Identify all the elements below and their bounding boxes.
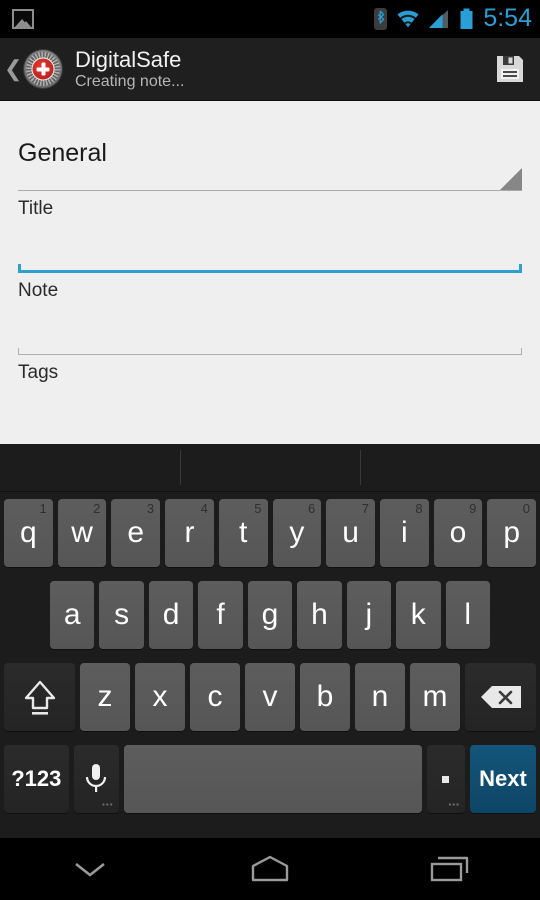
key-l[interactable]: l (445, 581, 490, 649)
key-alt-number: 9 (469, 501, 477, 516)
app-title: DigitalSafe (75, 47, 182, 72)
key-label: o (449, 516, 467, 549)
suggestion-item[interactable] (360, 444, 540, 491)
cellular-signal-icon (429, 10, 449, 28)
status-bar: 5:54 (0, 0, 540, 38)
key-label: q (20, 516, 37, 549)
keyboard-row-2: a s d f g h j k l (0, 574, 540, 656)
symbols-key[interactable]: ?123 (4, 745, 69, 813)
key-label: r (184, 516, 195, 549)
key-a[interactable]: a (50, 581, 95, 649)
key-q[interactable]: 1q (4, 499, 53, 567)
title-input-hint: Title (18, 198, 54, 219)
key-f[interactable]: f (198, 581, 243, 649)
key-alt-number: 3 (146, 501, 155, 516)
soft-keyboard: 1q 2w 3e 4r 5t 6y 7u 8i 9o 0p a s d f g … (0, 444, 540, 838)
key-p[interactable]: 0p (487, 499, 537, 567)
key-alt-number: 7 (361, 501, 369, 516)
period-dot-glyph (442, 775, 450, 783)
key-k[interactable]: k (396, 581, 441, 649)
next-action-key[interactable]: Next (469, 745, 536, 813)
key-h[interactable]: h (297, 581, 342, 649)
key-j[interactable]: j (346, 581, 392, 649)
period-key[interactable]: ▪▪▪ (426, 745, 465, 813)
bluetooth-icon (374, 8, 388, 30)
recents-icon[interactable] (405, 844, 495, 894)
key-label: w (71, 516, 93, 549)
title-input[interactable]: Title (18, 191, 522, 273)
key-e[interactable]: 3e (111, 499, 161, 567)
key-x[interactable]: x (135, 663, 185, 731)
key-t[interactable]: 5t (218, 499, 268, 567)
key-more-dots: ▪▪▪ (448, 800, 460, 809)
key-s[interactable]: s (99, 581, 144, 649)
home-icon[interactable] (225, 844, 315, 894)
microphone-icon[interactable]: ▪▪▪ (73, 745, 119, 813)
key-i[interactable]: 8i (379, 499, 429, 567)
note-form: General Title Note Tags (0, 101, 540, 444)
key-z[interactable]: z (80, 663, 130, 731)
backspace-icon[interactable] (465, 663, 536, 731)
key-alt-number: 5 (254, 501, 262, 516)
key-label: i (400, 516, 408, 549)
status-bar-system-icons: 5:54 (374, 3, 532, 33)
keyboard-row-4: ?123 ▪▪▪ ▪▪▪ Next (0, 738, 540, 820)
key-v[interactable]: v (245, 663, 295, 731)
suggestion-item[interactable] (0, 444, 180, 491)
action-bar: ❮ DigitalSafe Creating note... (0, 38, 540, 101)
note-input[interactable]: Note (18, 273, 522, 355)
keyboard-row-1: 1q 2w 3e 4r 5t 6y 7u 8i 9o 0p (0, 492, 540, 574)
android-screen: 5:54 ❮ DigitalSafe Creating note... Gene… (0, 0, 540, 900)
app-subtitle: Creating note... (75, 73, 185, 90)
wifi-icon (397, 10, 419, 27)
category-spinner[interactable]: General (18, 101, 522, 191)
category-spinner-value: General (18, 139, 107, 167)
spinner-triangle-icon (500, 168, 522, 190)
space-key[interactable] (123, 745, 422, 813)
key-n[interactable]: n (355, 663, 405, 731)
key-d[interactable]: d (148, 581, 194, 649)
status-bar-notifications (12, 9, 34, 29)
shift-arrow-icon[interactable] (4, 663, 75, 731)
key-u[interactable]: 7u (326, 499, 375, 567)
key-c[interactable]: c (190, 663, 240, 731)
navigation-bar (0, 838, 540, 900)
key-r[interactable]: 4r (165, 499, 214, 567)
key-m[interactable]: m (410, 663, 460, 731)
status-bar-clock: 5:54 (483, 3, 532, 32)
key-alt-number: 1 (39, 501, 47, 516)
tags-input[interactable]: Tags (18, 355, 522, 384)
key-label: e (127, 516, 145, 549)
key-w[interactable]: 2w (57, 499, 107, 567)
key-label: y (289, 516, 305, 549)
key-label: p (503, 516, 521, 549)
suggestion-strip (0, 444, 540, 492)
key-b[interactable]: b (300, 663, 350, 731)
save-floppy-icon[interactable] (494, 53, 526, 85)
hide-keyboard-chevron-icon[interactable] (45, 844, 135, 894)
key-alt-number: 6 (307, 501, 316, 516)
key-alt-number: 0 (522, 501, 531, 516)
dial-center-cross (31, 57, 55, 81)
action-bar-titles: DigitalSafe Creating note... (75, 47, 184, 91)
key-alt-number: 4 (200, 501, 208, 516)
digitalsafe-dial-icon[interactable] (24, 50, 62, 88)
key-y[interactable]: 6y (272, 499, 322, 567)
battery-icon (460, 8, 473, 29)
back-chevron-icon[interactable]: ❮ (4, 58, 22, 80)
suggestion-item[interactable] (180, 444, 360, 491)
key-g[interactable]: g (247, 581, 293, 649)
key-alt-number: 8 (415, 501, 423, 516)
keyboard-row-3: z x c v b n m (0, 656, 540, 738)
key-label: u (342, 516, 359, 549)
note-input-hint: Note (18, 280, 59, 301)
image-icon (12, 9, 34, 29)
key-more-dots: ▪▪▪ (102, 800, 114, 809)
tags-input-hint: Tags (18, 362, 59, 383)
key-label: t (238, 516, 248, 549)
key-alt-number: 2 (93, 501, 101, 516)
key-o[interactable]: 9o (433, 499, 483, 567)
